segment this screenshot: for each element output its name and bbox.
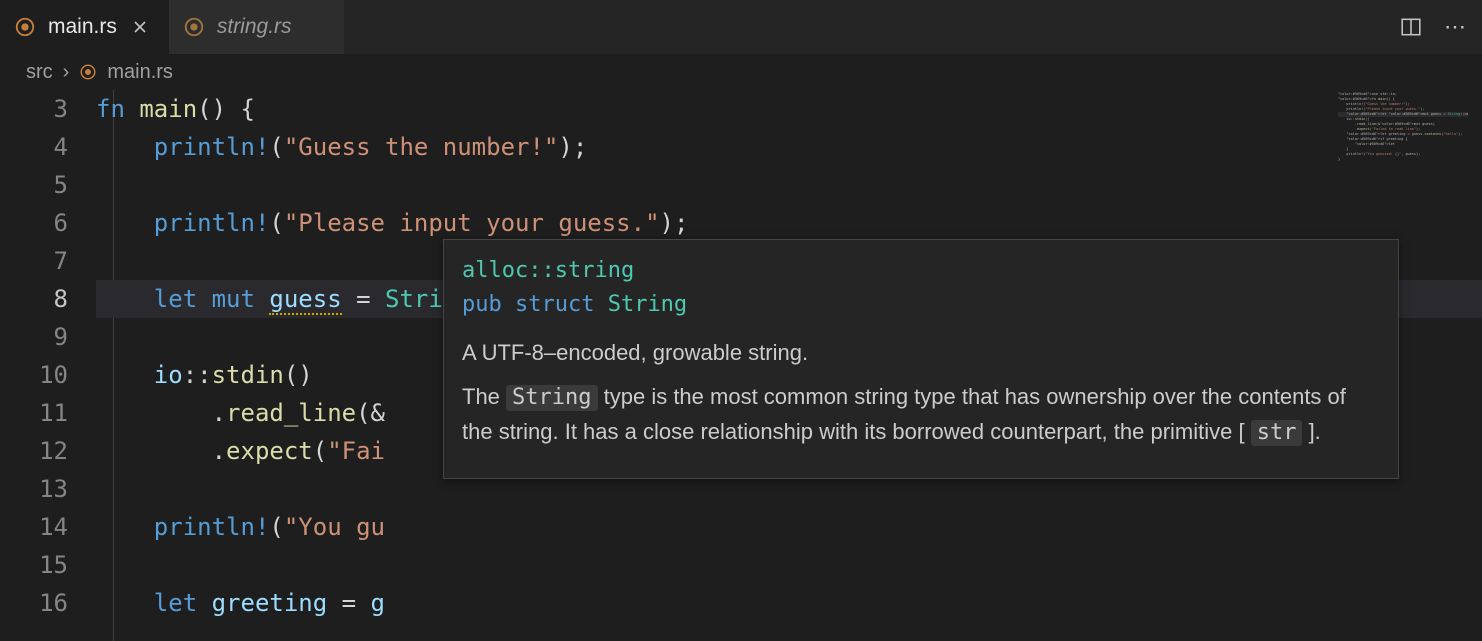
line-number: 9 — [0, 318, 68, 356]
breadcrumb[interactable]: src › main.rs — [0, 54, 1482, 90]
hover-module: alloc::string — [462, 254, 1380, 288]
line-number: 10 — [0, 356, 68, 394]
hover-signature: pub struct String — [462, 288, 1380, 322]
code-line[interactable] — [96, 166, 1482, 204]
code-line[interactable]: println!("Please input your guess."); — [96, 204, 1482, 242]
tab-string-rs[interactable]: string.rs × — [169, 0, 344, 54]
line-number-gutter: 345678910111213141516 — [0, 90, 96, 641]
more-icon[interactable]: ⋯ — [1442, 14, 1468, 40]
tab-actions: ⋯ — [1398, 0, 1482, 54]
line-number: 8 — [0, 280, 68, 318]
close-icon[interactable] — [129, 16, 151, 38]
chevron-right-icon: › — [63, 61, 70, 84]
line-number: 12 — [0, 432, 68, 470]
code-line[interactable]: let greeting = g — [96, 584, 1482, 622]
code-line[interactable] — [96, 546, 1482, 584]
tab-label: string.rs — [217, 15, 292, 39]
line-number: 13 — [0, 470, 68, 508]
line-number: 16 — [0, 584, 68, 622]
hover-description: A UTF-8–encoded, growable string. The St… — [462, 336, 1380, 450]
code-line[interactable]: fn main() { — [96, 90, 1482, 128]
breadcrumb-file: main.rs — [107, 61, 173, 84]
rust-icon — [183, 16, 205, 38]
line-number: 7 — [0, 242, 68, 280]
line-number: 4 — [0, 128, 68, 166]
code-line[interactable]: println!("You gu — [96, 508, 1482, 546]
breadcrumb-folder: src — [26, 61, 53, 84]
rust-icon — [14, 16, 36, 38]
line-number: 3 — [0, 90, 68, 128]
line-number: 6 — [0, 204, 68, 242]
split-editor-icon[interactable] — [1398, 14, 1424, 40]
hover-tooltip: alloc::string pub struct String A UTF-8–… — [443, 239, 1399, 479]
code-line[interactable]: println!("Guess the number!"); — [96, 128, 1482, 166]
rust-icon — [79, 63, 97, 81]
line-number: 15 — [0, 546, 68, 584]
line-number: 14 — [0, 508, 68, 546]
line-number: 5 — [0, 166, 68, 204]
tab-label: main.rs — [48, 15, 117, 39]
tab-main-rs[interactable]: main.rs — [0, 0, 169, 54]
line-number: 11 — [0, 394, 68, 432]
tab-bar: main.rs string.rs × ⋯ — [0, 0, 1482, 54]
